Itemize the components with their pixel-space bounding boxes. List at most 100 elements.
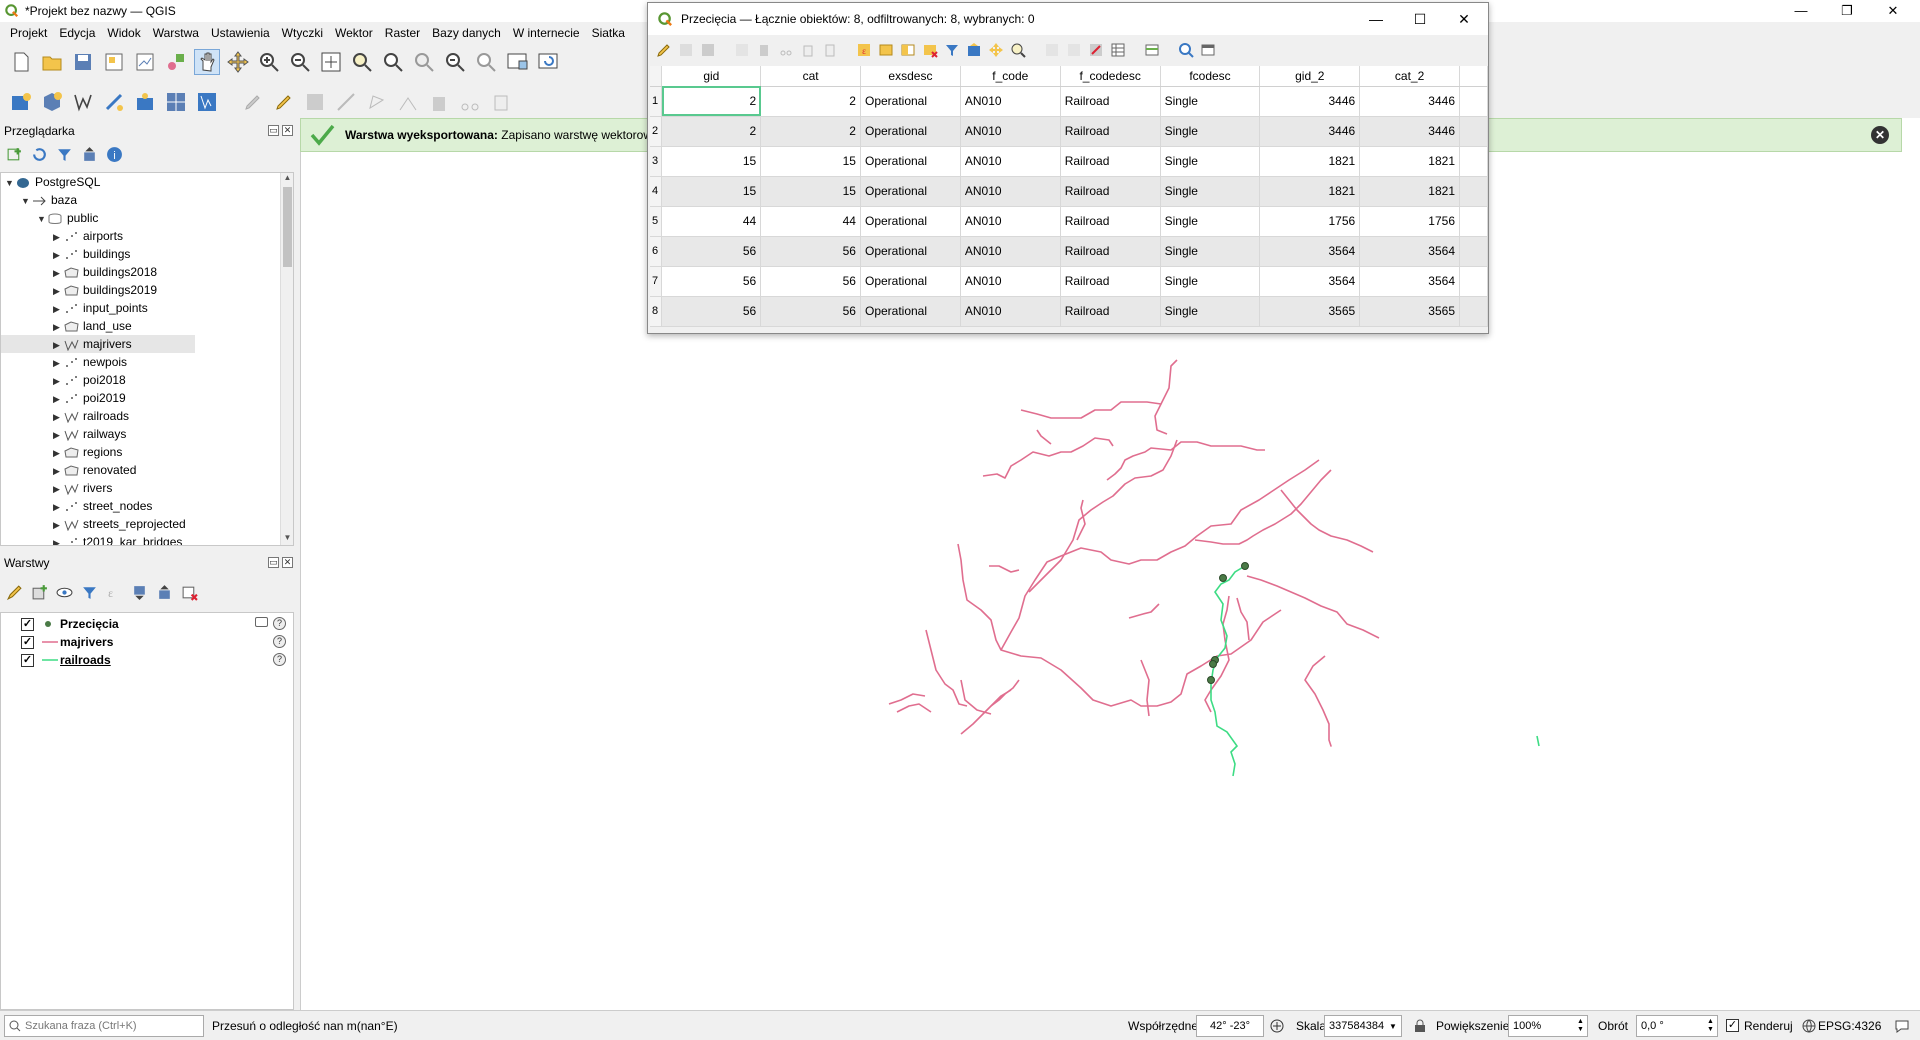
layer-visibility-checkbox[interactable]: ✓ [21, 635, 34, 649]
digitize-polygon-button[interactable] [364, 89, 390, 115]
style-panel-icon[interactable] [6, 584, 23, 601]
table-cell[interactable]: 3446 [1359, 86, 1460, 117]
browser-tree[interactable]: ▼ PostgreSQL ▼ baza ▼ public ▶ airports ▶ buildin… [0, 172, 294, 546]
table-cell[interactable]: 3564 [1359, 236, 1460, 267]
delete-field-icon[interactable] [1066, 42, 1082, 58]
collapse-all-icon[interactable] [81, 146, 98, 163]
spinner-icon[interactable]: ▲ ▼ [1577, 1018, 1584, 1034]
save-project-button[interactable] [70, 49, 96, 75]
table-cell[interactable]: 1821 [1259, 176, 1361, 207]
menu-edycja[interactable]: Edycja [53, 26, 101, 40]
table-cell[interactable]: 3446 [1259, 86, 1361, 117]
deselect-all-icon[interactable] [922, 42, 938, 58]
table-cell[interactable]: Operational [860, 176, 961, 207]
toggle-edit-icon[interactable] [656, 42, 672, 58]
browser-item-buildings[interactable]: ▶ buildings [1, 245, 130, 263]
browser-item-buildings2018[interactable]: ▶ buildings2018 [1, 263, 157, 281]
multi-edit-icon[interactable] [678, 42, 694, 58]
expand-all-icon[interactable] [131, 584, 148, 601]
menu-projekt[interactable]: Projekt [4, 26, 53, 40]
table-cell[interactable]: AN010 [960, 86, 1061, 117]
menu-wtyczki[interactable]: Wtyczki [276, 26, 329, 40]
float-panel-button[interactable]: ▭ [268, 125, 279, 136]
eye-icon[interactable] [56, 584, 73, 601]
chevron-right-icon[interactable]: ▶ [53, 354, 63, 372]
refresh-icon[interactable] [31, 146, 48, 163]
restore-button[interactable]: ❐ [1824, 0, 1870, 22]
rotation-input[interactable]: 0,0 ° ▲ ▼ [1636, 1015, 1718, 1037]
table-row[interactable]: 7 56 56 Operational AN010 Railroad Single 3564 3… [650, 266, 1488, 297]
add-vector-button[interactable] [70, 89, 96, 115]
close-panel-button[interactable]: ✕ [282, 125, 293, 136]
table-cell[interactable]: 15 [661, 146, 762, 177]
add-mesh-button[interactable] [163, 89, 189, 115]
table-cell[interactable]: 3446 [1259, 116, 1361, 147]
table-cell[interactable]: Single [1160, 86, 1261, 117]
table-cell[interactable]: 2 [661, 86, 762, 117]
browser-item-t2019-kar-bridges[interactable]: ▶ t2019_kar_bridges [1, 533, 182, 545]
add-selected-layers-icon[interactable] [6, 146, 23, 163]
scroll-down-icon[interactable]: ▼ [281, 533, 293, 545]
browser-item-rivers[interactable]: ▶ rivers [1, 479, 112, 497]
browser-item-land-use[interactable]: ▶ land_use [1, 317, 132, 335]
table-row[interactable]: 1 2 2 Operational AN010 Railroad Single 3446 344… [650, 86, 1488, 117]
row-number[interactable]: 3 [650, 146, 663, 177]
column-header-fcodesc[interactable]: fcodesc [1160, 66, 1261, 87]
zoom-to-selected-icon[interactable] [1010, 42, 1026, 58]
reload-icon[interactable] [734, 42, 750, 58]
table-cell[interactable]: Operational [860, 236, 961, 267]
table-cell[interactable]: 2 [760, 86, 861, 117]
table-cell[interactable]: Operational [860, 206, 961, 237]
save-edits-icon[interactable] [700, 42, 716, 58]
corner-cell[interactable] [650, 66, 663, 87]
chevron-right-icon[interactable]: ▶ [53, 336, 63, 354]
row-number[interactable]: 8 [650, 296, 663, 327]
table-cell[interactable]: 15 [760, 146, 861, 177]
float-layers-panel-button[interactable]: ▭ [268, 557, 279, 568]
table-row[interactable]: 3 15 15 Operational AN010 Railroad Single 1821 1… [650, 146, 1488, 177]
menu-w-internecie[interactable]: W internecie [507, 26, 586, 40]
filter-icon[interactable] [56, 146, 73, 163]
table-cell[interactable]: 56 [760, 266, 861, 297]
table-row[interactable]: 2 2 2 Operational AN010 Railroad Single 3446 344… [650, 116, 1488, 147]
browser-item-baza[interactable]: ▼ baza [1, 191, 77, 209]
table-cell[interactable]: AN010 [960, 146, 1061, 177]
table-cell[interactable]: 56 [661, 266, 762, 297]
messages-icon[interactable] [1894, 1019, 1910, 1033]
browser-item-newpois[interactable]: ▶ newpois [1, 353, 127, 371]
table-cell[interactable]: Single [1160, 146, 1261, 177]
table-cell[interactable]: 2 [661, 116, 762, 147]
chevron-right-icon[interactable]: ▶ [53, 246, 63, 264]
browser-item-buildings2019[interactable]: ▶ buildings2019 [1, 281, 157, 299]
column-header-f-codedesc[interactable]: f_codedesc [1060, 66, 1161, 87]
new-project-button[interactable] [8, 49, 34, 75]
select-expression-icon[interactable]: ε [856, 42, 872, 58]
zoom-layer-button[interactable] [380, 49, 406, 75]
table-cell[interactable]: Single [1160, 206, 1261, 237]
chevron-right-icon[interactable]: ▶ [53, 480, 63, 498]
open-project-button[interactable] [39, 49, 65, 75]
scale-input[interactable]: 337584384 ▼ [1324, 1015, 1402, 1037]
collapse-all-layers-icon[interactable] [156, 584, 173, 601]
table-cell[interactable]: Single [1160, 176, 1261, 207]
layout-manager-button[interactable] [132, 49, 158, 75]
new-field-icon[interactable] [1044, 42, 1060, 58]
chevron-right-icon[interactable]: ▶ [53, 228, 63, 246]
pan-map-button[interactable] [194, 49, 220, 75]
row-number[interactable]: 4 [650, 176, 663, 207]
chevron-down-icon[interactable]: ▼ [5, 174, 15, 192]
attribute-grid[interactable]: gid cat exsdesc f_code f_codedesc fcodes… [650, 66, 1488, 327]
new-print-layout-button[interactable] [101, 49, 127, 75]
table-cell[interactable]: Railroad [1060, 176, 1161, 207]
browser-item-railways[interactable]: ▶ railways [1, 425, 126, 443]
open-data-source-manager-button[interactable] [8, 89, 34, 115]
conditional-formatting-icon[interactable] [1110, 42, 1126, 58]
copy-features-button[interactable] [488, 89, 514, 115]
table-cell[interactable]: AN010 [960, 236, 1061, 267]
add-raster-button[interactable] [101, 89, 127, 115]
row-number[interactable]: 6 [650, 236, 663, 267]
save-edits-button[interactable] [302, 89, 328, 115]
crs-button[interactable]: EPSG:4326 [1818, 1019, 1881, 1033]
add-group-icon[interactable] [31, 584, 48, 601]
toggle-extents-icon[interactable] [1270, 1019, 1284, 1033]
